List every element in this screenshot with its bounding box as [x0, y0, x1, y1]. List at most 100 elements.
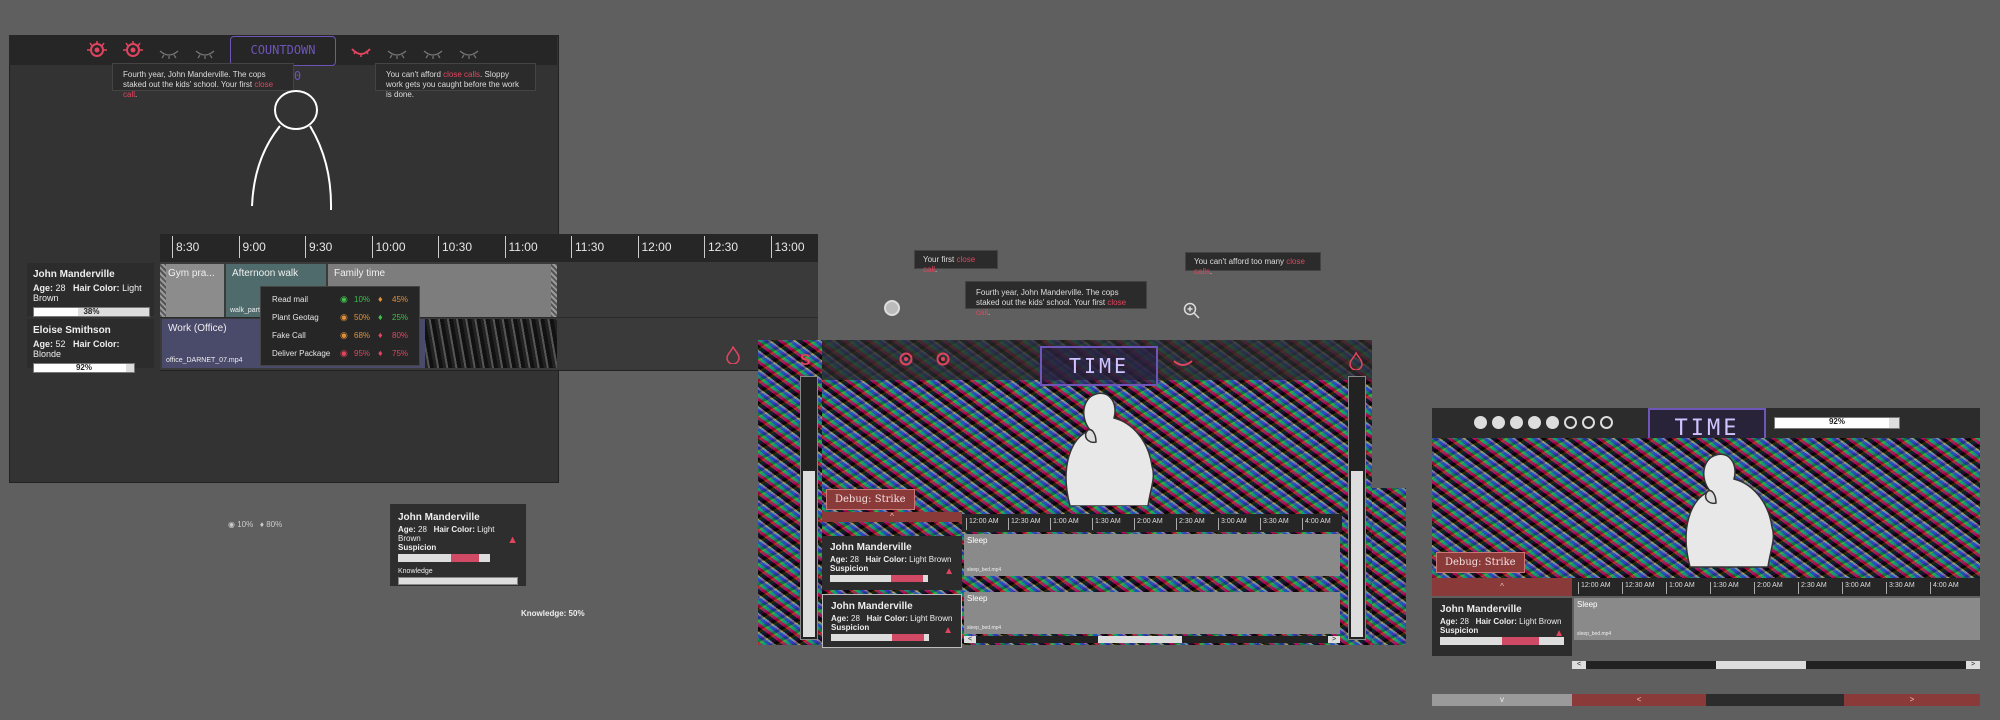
- tooltip-first-close-call: Your first close call.: [914, 250, 998, 274]
- eye-open-icon: [86, 40, 108, 65]
- record-button[interactable]: [884, 300, 900, 316]
- timeline-tick: 4:00 AM: [1930, 582, 1959, 594]
- eye-closed-icon: [158, 46, 180, 64]
- drop-value: 25%: [392, 313, 409, 322]
- bottom-nav-prev[interactable]: <: [1572, 694, 1706, 706]
- drop-value: 80%: [392, 331, 409, 340]
- progress-bar: 92%: [33, 363, 135, 373]
- action-row[interactable]: Deliver Package ◉ 95% ♦ 75%: [272, 347, 412, 361]
- right-timeline-ticks: 12:00 AM 12:30 AM 1:00 AM 1:30 AM 2:00 AM 2:3…: [1572, 578, 1980, 596]
- action-label: Fake Call: [272, 331, 306, 340]
- employee-card[interactable]: Eloise Smithson Age: 52 Hair Color: Blon…: [27, 319, 154, 373]
- age-value: 52: [55, 339, 66, 349]
- suspicion-bar: [398, 554, 490, 562]
- block-gym[interactable]: Gym pra...: [162, 264, 224, 317]
- sleep-lane[interactable]: Sleep sleep_bed.mp4: [1574, 598, 1980, 640]
- timeline-tick: 12:30: [703, 236, 739, 258]
- progress-text: 38%: [83, 307, 100, 316]
- timeline-tick: 12:00 AM: [1578, 582, 1611, 594]
- timeline-tick: 11:30: [570, 236, 605, 258]
- percent-bar: 92%: [1774, 417, 1900, 429]
- zoom-in-icon[interactable]: [1183, 302, 1201, 325]
- bottom-nav-down[interactable]: v: [1432, 694, 1572, 706]
- suspicion-bar: [831, 634, 929, 641]
- drop-icon: ♦: [378, 348, 383, 358]
- eye-closed-icon: [422, 46, 444, 64]
- timeline-tick: 1:00 AM: [1666, 582, 1695, 594]
- character-figure: [1065, 392, 1155, 506]
- action-label: Plant Geotag: [272, 313, 319, 322]
- tooltip-fourth-year: Fourth year, John Manderville. The cops …: [112, 63, 294, 99]
- progress-circle: [1492, 416, 1505, 430]
- profile-card[interactable]: John Manderville Age: 28 Hair Color: Lig…: [390, 504, 526, 586]
- employee-card[interactable]: John Manderville Age: 28 Hair Color: Lig…: [1432, 598, 1572, 656]
- timeline-tick: 12:30 AM: [1008, 518, 1041, 530]
- eye-icon: ◉: [340, 294, 348, 304]
- suspicion-bar: [1440, 637, 1564, 645]
- drop-value: 45%: [392, 295, 409, 304]
- timeline-tick: 10:00: [371, 236, 406, 258]
- employee-card[interactable]: John Manderville Age: 28 Hair Color: Lig…: [822, 536, 962, 590]
- h-scroll-thumb[interactable]: [1716, 661, 1806, 669]
- debug-strike-button[interactable]: Debug: Strike: [826, 489, 915, 510]
- hair-value: Blonde: [33, 349, 62, 359]
- eye-closed-icon: [458, 46, 480, 64]
- hatch-left: [160, 264, 166, 317]
- eye-open-icon: [122, 40, 144, 65]
- action-label: Read mail: [272, 295, 309, 304]
- collapse-bar[interactable]: ^: [1432, 578, 1572, 596]
- suspicion-label: Suspicion: [398, 543, 437, 552]
- progress-circle: [1600, 416, 1613, 430]
- h-scroll-track[interactable]: < >: [1572, 661, 1980, 669]
- timeline-tick: 12:00: [637, 236, 672, 258]
- timeline-tick: 9:00: [238, 236, 266, 258]
- countdown-timer: COUNTDOWN 10:30: [230, 36, 336, 83]
- timeline-tick: 2:30 AM: [1176, 518, 1205, 530]
- timeline-tick: 13:00: [770, 236, 805, 258]
- timeline-tick: 3:30 AM: [1260, 518, 1289, 530]
- progress-circle: [1528, 416, 1541, 430]
- timeline-tick: 12:30 AM: [1622, 582, 1655, 594]
- drop-icon: ♦: [378, 330, 383, 340]
- timeline-tick: 3:00 AM: [1218, 518, 1247, 530]
- action-row[interactable]: Fake Call ◉ 68% ♦ 80%: [272, 329, 412, 343]
- timeline-tick: 2:30 AM: [1798, 582, 1827, 594]
- timeline-tick: 9:30: [304, 236, 333, 258]
- debug-strike-button[interactable]: Debug: Strike: [1436, 552, 1525, 573]
- character-silhouette: [251, 90, 333, 211]
- h-scroll-right[interactable]: >: [1966, 661, 1980, 669]
- video-thumbnail: [425, 319, 557, 368]
- h-scroll-left[interactable]: <: [1572, 661, 1586, 669]
- heart-eye-icon: [1172, 356, 1194, 374]
- sleep-file: sleep_bed.mp4: [967, 567, 1002, 573]
- age-label: Age:: [33, 339, 53, 349]
- eye-icon: ◉: [340, 330, 348, 340]
- h-scroll-right[interactable]: >: [1328, 636, 1340, 643]
- h-scroll-thumb[interactable]: [1098, 636, 1182, 643]
- action-row[interactable]: Plant Geotag ◉ 50% ♦ 25%: [272, 311, 412, 325]
- bottom-nav-next[interactable]: >: [1844, 694, 1980, 706]
- scroll-track-right[interactable]: [1348, 376, 1366, 640]
- lane-divider: [160, 317, 818, 318]
- employee-card[interactable]: John Manderville Age: 28 Hair Color: Lig…: [27, 263, 154, 317]
- timeline-tick: 12:00 AM: [966, 518, 999, 530]
- employee-card[interactable]: John Manderville Age: 28 Hair Color: Lig…: [822, 594, 962, 648]
- side-letter: S: [800, 352, 811, 369]
- age-value: 28: [55, 283, 66, 293]
- timeline-tick: 8:30: [171, 236, 200, 258]
- h-scroll-track[interactable]: < >: [964, 636, 1340, 643]
- eye-value: 95%: [354, 349, 371, 358]
- timeline-ticks: 8:30 9:00 9:30 10:00 10:30 11:00 11:30 12:00 12:…: [160, 234, 818, 262]
- action-row[interactable]: Read mail ◉ 10% ♦ 45%: [272, 293, 412, 307]
- h-scroll-left[interactable]: <: [964, 636, 976, 643]
- scroll-track-left[interactable]: [800, 376, 818, 640]
- knowledge-caption: Knowledge: 50%: [521, 609, 585, 618]
- tooltip-fourth-year-2: Fourth year, John Manderville. The cops …: [965, 281, 1147, 317]
- timeline-tick: 1:30 AM: [1092, 518, 1121, 530]
- mid-timeline-ticks: 12:00 AM 12:30 AM 1:00 AM 1:30 AM 2:00 AM 2:3…: [962, 514, 1342, 532]
- sleep-lane[interactable]: Sleep sleep_bed.mp4: [964, 592, 1340, 634]
- warning-icon: ▲: [944, 566, 954, 577]
- sleep-lane[interactable]: Sleep sleep_bed.mp4: [964, 534, 1340, 576]
- collapse-bar[interactable]: ^: [822, 512, 962, 522]
- drop-icon: ♦: [378, 312, 383, 322]
